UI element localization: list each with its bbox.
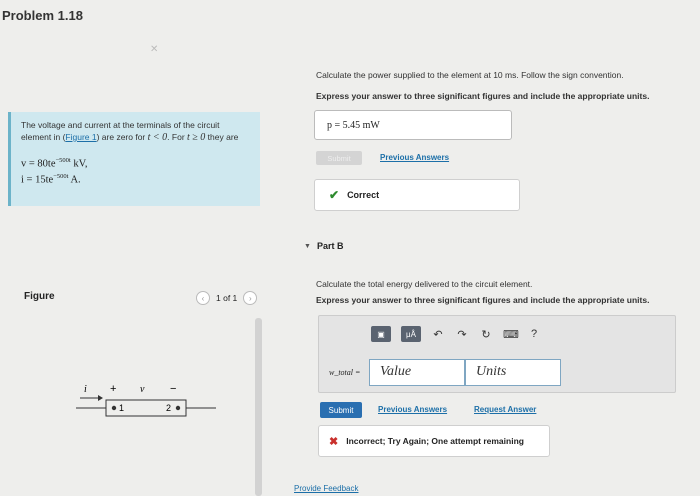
correct-feedback: ✔ Correct (314, 179, 520, 211)
circuit-element (105, 399, 187, 417)
voltage-eq: v = 80te (21, 158, 56, 170)
previous-answers-link[interactable]: Previous Answers (378, 405, 447, 414)
answer-label: w_total = (329, 368, 361, 377)
figure-page: 1 of 1 (216, 293, 238, 303)
part-a-instruction: Express your answer to three significant… (316, 91, 650, 101)
provide-feedback-link[interactable]: Provide Feedback (294, 484, 358, 493)
terminal-2 (175, 405, 181, 411)
incorrect-feedback: ✖ Incorrect; Try Again; One attempt rema… (318, 425, 550, 457)
result-text: Correct (347, 190, 380, 200)
check-icon: ✔ (329, 188, 340, 202)
terminal-1 (111, 405, 117, 411)
condition: t ≥ 0 (187, 132, 206, 144)
scrollbar[interactable] (255, 318, 262, 496)
editor-toolbar: ▣ μÅ ↶ ↷ ↻ ⌨ ? (371, 326, 541, 342)
current-label: i (84, 384, 87, 395)
chevron-left-icon[interactable]: ‹ (196, 291, 210, 305)
answer-value: 5.45 mW (342, 120, 380, 131)
figure-link[interactable]: Figure 1 (65, 132, 96, 142)
chevron-right-icon[interactable]: › (243, 291, 258, 305)
arrow-head-icon (98, 395, 103, 401)
terminal-1-label: 1 (119, 403, 124, 413)
part-b-instruction: Express your answer to three significant… (316, 295, 650, 305)
part-b-label: Part B (316, 241, 344, 251)
problem-text: . For (167, 132, 188, 143)
submit-button[interactable]: Submit (320, 402, 362, 418)
current-exp: −500t (53, 172, 69, 180)
problem-statement: The voltage and current at the terminals… (8, 112, 260, 206)
voltage-label: v (140, 384, 145, 395)
figure-label: Figure (24, 291, 55, 302)
equations: v = 80te−500t kV, i = 15te−500t A. (21, 156, 250, 187)
caret-down-icon: ▼ (304, 242, 311, 250)
part-b-header[interactable]: ▼ Part B (304, 241, 343, 251)
condition: t < 0 (147, 132, 168, 144)
current-unit: A. (68, 174, 81, 186)
plus-sign: + (110, 383, 116, 395)
units-input[interactable]: Units (465, 359, 561, 386)
x-icon: ✖ (329, 435, 339, 448)
part-b-question: Calculate the total energy delivered to … (316, 279, 533, 289)
voltage-unit: kV, (70, 158, 88, 170)
close-icon: ✕ (150, 44, 159, 55)
circuit-figure: i + v − 1 2 (76, 383, 216, 417)
voltage-exp: −500t (55, 157, 71, 165)
minus-sign: − (170, 383, 176, 395)
value-input[interactable]: Value (369, 359, 465, 386)
reset-icon[interactable]: ↻ (479, 328, 493, 341)
redo-icon[interactable]: ↷ (455, 328, 469, 341)
part-a-answer: p = 5.45 mW (314, 110, 512, 140)
result-text: Incorrect; Try Again; One attempt remain… (346, 436, 524, 446)
terminal-2-label: 2 (166, 403, 171, 413)
current-eq: i = 15te (21, 174, 54, 186)
keyboard-icon[interactable]: ⌨ (503, 328, 519, 341)
units-button[interactable]: μÅ (401, 326, 421, 342)
help-icon[interactable]: ? (527, 328, 541, 340)
request-answer-link[interactable]: Request Answer (474, 405, 536, 414)
problem-text: ) are zero for (96, 132, 148, 143)
answer-editor: ▣ μÅ ↶ ↷ ↻ ⌨ ? w_total = Value Units (318, 315, 676, 393)
answer-label: p = (327, 120, 341, 131)
answer-panel: Calculate the power supplied to the elem… (294, 0, 700, 496)
templates-icon[interactable]: ▣ (371, 326, 391, 342)
part-a-question: Calculate the power supplied to the elem… (316, 70, 624, 80)
submit-button-disabled: Submit (316, 151, 362, 165)
figure-nav: ‹ 1 of 1 › (196, 291, 258, 305)
page-title: Problem 1.18 (2, 8, 83, 23)
problem-text: they are (205, 132, 239, 143)
previous-answers-link[interactable]: Previous Answers (380, 153, 449, 162)
undo-icon[interactable]: ↶ (431, 328, 445, 341)
